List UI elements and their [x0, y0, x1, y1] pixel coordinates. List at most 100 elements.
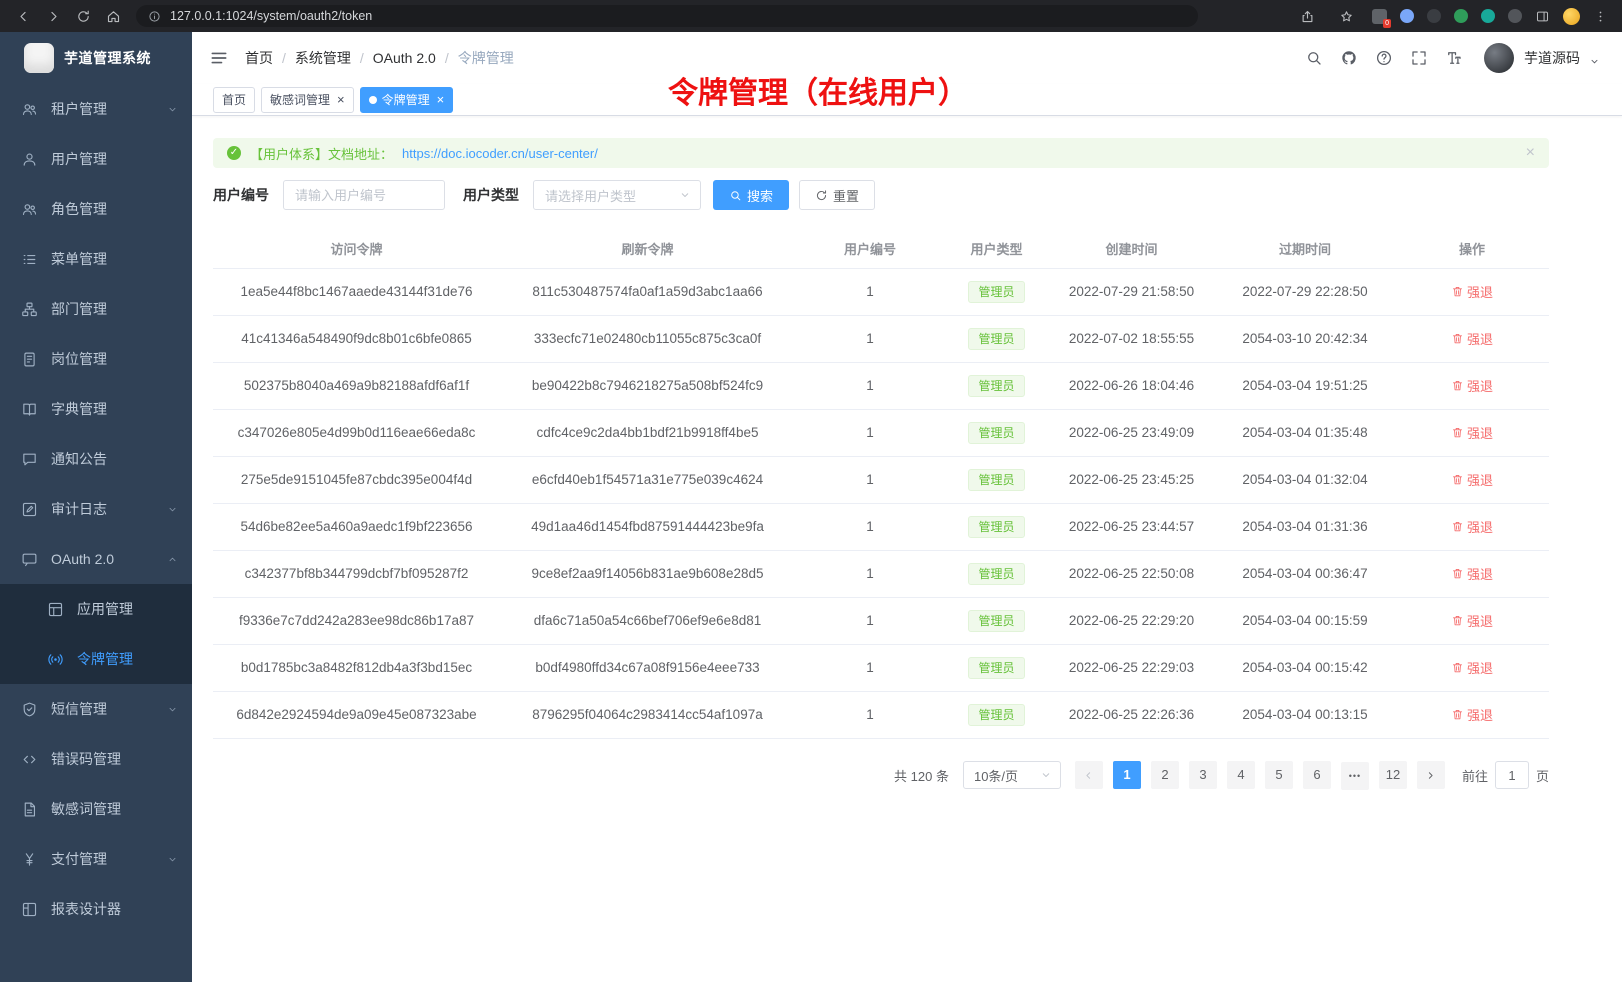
sidebar-item-post[interactable]: 岗位管理 [0, 334, 192, 384]
tab-token[interactable]: 令牌管理× [360, 87, 454, 113]
breadcrumb-item[interactable]: 系统管理 [295, 48, 351, 68]
page-button-5[interactable]: 5 [1265, 761, 1293, 789]
sidebar-item-dict[interactable]: 字典管理 [0, 384, 192, 434]
next-page-button[interactable] [1417, 761, 1445, 789]
doc-link[interactable]: https://doc.iocoder.cn/user-center/ [402, 146, 598, 161]
sidebar-toggle-button[interactable] [209, 48, 229, 68]
github-button[interactable] [1340, 49, 1358, 67]
force-logout-button[interactable]: 强退 [1451, 329, 1493, 348]
user-type-cell: 管理员 [945, 362, 1048, 409]
force-logout-button[interactable]: 强退 [1451, 705, 1493, 724]
reload-icon [76, 9, 91, 24]
search-button[interactable] [1305, 49, 1323, 67]
goto-page-input[interactable] [1495, 761, 1529, 789]
alert-close-icon[interactable]: × [1526, 144, 1535, 162]
tab-sensitive-word[interactable]: 敏感词管理× [261, 87, 354, 113]
page-button-3[interactable]: 3 [1189, 761, 1217, 789]
force-logout-button[interactable]: 强退 [1451, 376, 1493, 395]
bookmark-button[interactable] [1333, 4, 1359, 28]
sidebar-item-sms[interactable]: 短信管理 [0, 684, 192, 734]
font-size-button[interactable] [1445, 49, 1463, 67]
page-button-4[interactable]: 4 [1227, 761, 1255, 789]
page-button-2[interactable]: 2 [1151, 761, 1179, 789]
reload-button[interactable] [70, 4, 96, 28]
user-type-cell: 管理员 [945, 550, 1048, 597]
page-button-6[interactable]: 6 [1303, 761, 1331, 789]
layout-icon [21, 901, 38, 918]
force-logout-button[interactable]: 强退 [1451, 423, 1493, 442]
search-submit-button[interactable]: 搜索 [713, 180, 789, 210]
extension-gray-icon[interactable] [1508, 9, 1522, 23]
url-bar[interactable]: 127.0.0.1:1024/system/oauth2/token [136, 5, 1198, 27]
share-button[interactable] [1294, 4, 1320, 28]
sidebar-item-menu[interactable]: 菜单管理 [0, 234, 192, 284]
page-button-12[interactable]: 12 [1379, 761, 1407, 789]
sidebar-item-tenant[interactable]: 租户管理 [0, 84, 192, 134]
user-id-input[interactable] [283, 180, 445, 210]
fullscreen-button[interactable] [1410, 49, 1428, 67]
sidebar-item-oauth2-token[interactable]: 令牌管理 [0, 634, 192, 684]
sidebar-item-pay[interactable]: 支付管理 [0, 834, 192, 884]
force-logout-button[interactable]: 强退 [1451, 611, 1493, 630]
expire-time-cell: 2054-03-04 01:31:36 [1215, 503, 1395, 550]
close-icon[interactable]: × [337, 93, 345, 106]
forward-button[interactable] [40, 4, 66, 28]
page-size-select[interactable]: 10条/页 [963, 761, 1061, 789]
browser-menu-button[interactable] [1593, 9, 1608, 24]
page-more-button[interactable]: ••• [1341, 762, 1369, 790]
browser-profile-avatar[interactable] [1563, 8, 1580, 25]
sidebar-item-error-code[interactable]: 错误码管理 [0, 734, 192, 784]
help-button[interactable] [1375, 49, 1393, 67]
user-type-badge: 管理员 [968, 704, 1024, 726]
force-logout-button[interactable]: 强退 [1451, 282, 1493, 301]
force-logout-button[interactable]: 强退 [1451, 517, 1493, 536]
action-cell: 强退 [1395, 315, 1549, 362]
sidebar-item-oauth2-app[interactable]: 应用管理 [0, 584, 192, 634]
sidebar-item-notice[interactable]: 通知公告 [0, 434, 192, 484]
extension-blue-icon[interactable] [1400, 9, 1414, 23]
force-logout-button[interactable]: 强退 [1451, 564, 1493, 583]
sidebar-item-audit-log[interactable]: 审计日志 [0, 484, 192, 534]
extension-icon[interactable]: 0 [1372, 9, 1387, 24]
chevron-right-icon [1425, 770, 1436, 781]
extension-green-icon[interactable] [1454, 9, 1468, 23]
back-button[interactable] [10, 4, 36, 28]
chevron-down-icon[interactable] [1597, 50, 1600, 67]
extension-dark-icon[interactable] [1427, 9, 1441, 23]
side-panel-button[interactable] [1535, 9, 1550, 24]
breadcrumb: 首页/系统管理/OAuth 2.0/令牌管理 [245, 48, 514, 68]
prev-page-button[interactable] [1075, 761, 1103, 789]
force-logout-button[interactable]: 强退 [1451, 470, 1493, 489]
close-icon[interactable]: × [437, 93, 445, 106]
trash-icon [1451, 473, 1464, 486]
tab-home[interactable]: 首页 [213, 87, 255, 113]
reset-button[interactable]: 重置 [799, 180, 875, 210]
book-icon [21, 401, 38, 418]
sidebar-item-dept[interactable]: 部门管理 [0, 284, 192, 334]
user-type-select[interactable]: 请选择用户类型 [533, 180, 701, 210]
user-type-badge: 管理员 [968, 610, 1024, 632]
site-info-icon[interactable] [148, 10, 161, 23]
sidebar-item-role[interactable]: 角色管理 [0, 184, 192, 234]
action-cell: 强退 [1395, 456, 1549, 503]
user-avatar[interactable] [1484, 43, 1514, 73]
page-button-1[interactable]: 1 [1113, 761, 1141, 789]
user-type-badge: 管理员 [968, 657, 1024, 679]
breadcrumb-item[interactable]: OAuth 2.0 [373, 50, 436, 66]
back-icon [16, 9, 31, 24]
home-button[interactable] [100, 4, 126, 28]
table-header-row: 访问令牌刷新令牌用户编号用户类型创建时间过期时间操作 [213, 230, 1549, 268]
breadcrumb-item[interactable]: 首页 [245, 48, 273, 68]
search-icon [1305, 49, 1323, 67]
expire-time-cell: 2022-07-29 22:28:50 [1215, 268, 1395, 315]
action-cell: 强退 [1395, 268, 1549, 315]
sidebar-item-report-designer[interactable]: 报表设计器 [0, 884, 192, 934]
edit-icon [21, 501, 38, 518]
sidebar-item-sensitive-word[interactable]: 敏感词管理 [0, 784, 192, 834]
username[interactable]: 芋道源码 [1524, 48, 1580, 68]
extension-teal-icon[interactable] [1481, 9, 1495, 23]
force-logout-button[interactable]: 强退 [1451, 658, 1493, 677]
chevron-down-icon [167, 104, 178, 115]
sidebar-item-user[interactable]: 用户管理 [0, 134, 192, 184]
sidebar-item-oauth2[interactable]: OAuth 2.0 [0, 534, 192, 584]
